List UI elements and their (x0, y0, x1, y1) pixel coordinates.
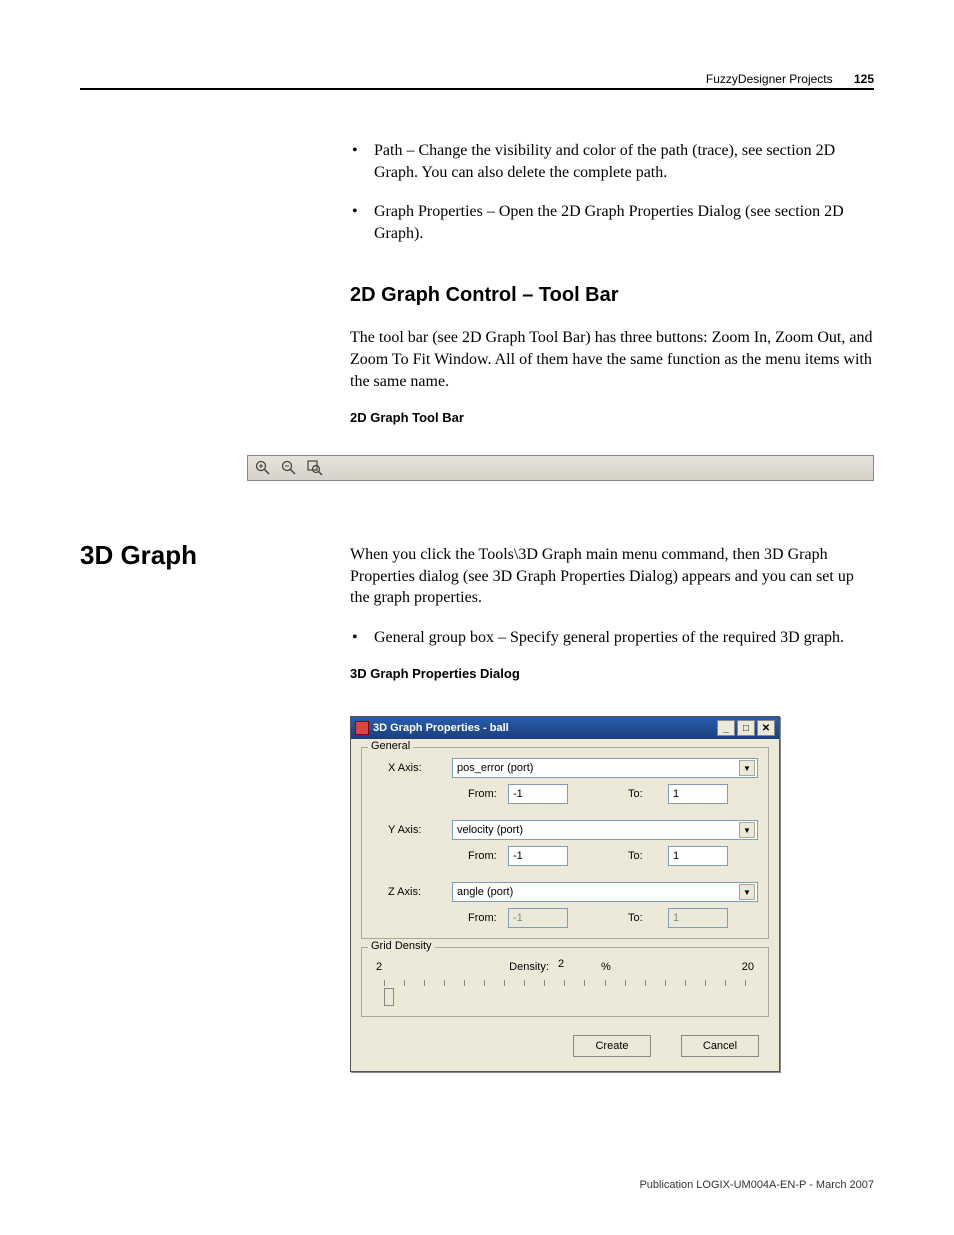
header-rule (80, 88, 874, 90)
paragraph: When you click the Tools\3D Graph main m… (350, 544, 874, 609)
from-label: From: (468, 788, 508, 800)
to-label: To: (628, 788, 668, 800)
x-to-input[interactable]: 1 (668, 784, 728, 804)
grid-min: 2 (372, 961, 392, 973)
density-slider[interactable] (382, 980, 748, 1002)
slider-thumb[interactable] (384, 988, 394, 1006)
density-label: Density: (509, 961, 549, 973)
y-from-input[interactable]: -1 (508, 846, 568, 866)
list-item: • Graph Properties – Open the 2D Graph P… (350, 201, 874, 244)
dialog-3d-graph-properties: 3D Graph Properties - ball _ □ ✕ General… (350, 716, 780, 1072)
publication-footer: Publication LOGIX-UM004A-EN-P - March 20… (639, 1179, 874, 1191)
group-label: General (368, 740, 413, 752)
xaxis-label: X Axis: (372, 762, 452, 774)
group-label: Grid Density (368, 940, 435, 952)
group-grid-density: Grid Density 2 Density: 2 % 20 (361, 947, 769, 1017)
list-item: • General group box – Specify general pr… (350, 627, 874, 649)
create-button[interactable]: Create (573, 1035, 651, 1057)
chevron-down-icon: ▼ (739, 884, 755, 900)
group-general: General X Axis: pos_error (port) ▼ From:… (361, 747, 769, 939)
chevron-down-icon: ▼ (739, 760, 755, 776)
zoom-fit-button[interactable] (304, 458, 326, 478)
yaxis-label: Y Axis: (372, 824, 452, 836)
toolbar-2d-graph (247, 455, 874, 481)
heading-2d-toolbar: 2D Graph Control – Tool Bar (350, 284, 874, 307)
x-from-input[interactable]: -1 (508, 784, 568, 804)
figure-caption: 3D Graph Properties Dialog (350, 666, 874, 681)
cancel-button[interactable]: Cancel (681, 1035, 759, 1057)
chevron-down-icon: ▼ (739, 822, 755, 838)
grid-max: 20 (728, 961, 758, 973)
page-number: 125 (854, 72, 874, 86)
paragraph: The tool bar (see 2D Graph Tool Bar) has… (350, 327, 874, 392)
xaxis-combo[interactable]: pos_error (port) ▼ (452, 758, 758, 778)
list-item: • Path – Change the visibility and color… (350, 140, 874, 183)
zoom-in-button[interactable] (252, 458, 274, 478)
close-button[interactable]: ✕ (757, 720, 775, 736)
app-icon (355, 721, 369, 735)
yaxis-combo[interactable]: velocity (port) ▼ (452, 820, 758, 840)
page-header: FuzzyDesigner Projects 125 (706, 72, 874, 86)
z-to-input: 1 (668, 908, 728, 928)
dialog-titlebar[interactable]: 3D Graph Properties - ball _ □ ✕ (351, 717, 779, 739)
z-from-input: -1 (508, 908, 568, 928)
dialog-title-text: 3D Graph Properties - ball (373, 722, 717, 734)
zoom-out-button[interactable] (278, 458, 300, 478)
maximize-button[interactable]: □ (737, 720, 755, 736)
y-to-input[interactable]: 1 (668, 846, 728, 866)
chapter-title: FuzzyDesigner Projects (706, 72, 833, 86)
density-input: 2 (558, 958, 598, 976)
figure-caption: 2D Graph Tool Bar (350, 410, 874, 425)
zaxis-combo[interactable]: angle (port) ▼ (452, 882, 758, 902)
zaxis-label: Z Axis: (372, 886, 452, 898)
heading-3d-graph: 3D Graph (80, 540, 197, 571)
minimize-button[interactable]: _ (717, 720, 735, 736)
